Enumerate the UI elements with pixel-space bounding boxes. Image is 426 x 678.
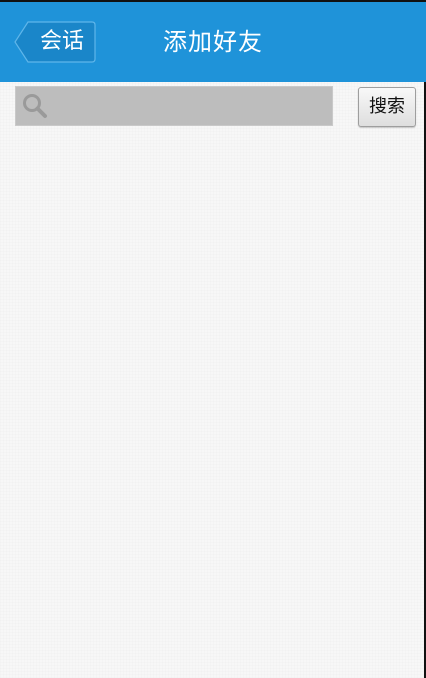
page-title: 添加好友: [163, 28, 263, 56]
search-icon: [23, 94, 47, 118]
search-button[interactable]: 搜索: [358, 87, 416, 127]
title-bar: 会话 添加好友: [0, 0, 426, 82]
app-screen: 会话 添加好友 搜索: [0, 0, 426, 678]
search-input[interactable]: [56, 87, 326, 125]
search-bar[interactable]: [15, 86, 333, 126]
